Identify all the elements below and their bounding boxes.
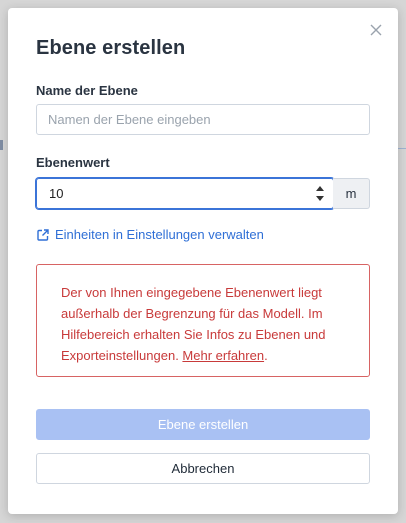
background-divider [398,148,406,149]
error-message-suffix: . [264,348,268,363]
value-stepper[interactable] [315,186,325,201]
create-layer-button[interactable]: Ebene erstellen [36,409,370,440]
learn-more-link[interactable]: Mehr erfahren [182,348,264,363]
name-field-label: Name der Ebene [36,83,138,98]
error-alert: Der von Ihnen eingegebene Ebenenwert lie… [36,264,370,377]
create-layer-dialog: Ebene erstellen Name der Ebene Ebenenwer… [8,8,398,514]
close-button[interactable] [368,22,384,38]
layer-name-input[interactable] [36,104,370,135]
chevron-up-icon[interactable] [316,186,324,191]
manage-units-link[interactable]: Einheiten in Einstellungen verwalten [37,227,264,242]
background-fragment [0,140,3,150]
close-icon [370,24,382,36]
manage-units-label[interactable]: Einheiten in Einstellungen verwalten [55,227,264,242]
layer-value-input[interactable] [37,179,333,208]
cancel-button[interactable]: Abbrechen [36,453,370,484]
external-link-icon [37,228,49,241]
chevron-down-icon[interactable] [316,196,324,201]
unit-label: m [333,178,370,209]
dialog-title: Ebene erstellen [36,37,186,59]
layer-value-field [36,178,334,209]
value-field-label: Ebenenwert [36,155,110,170]
